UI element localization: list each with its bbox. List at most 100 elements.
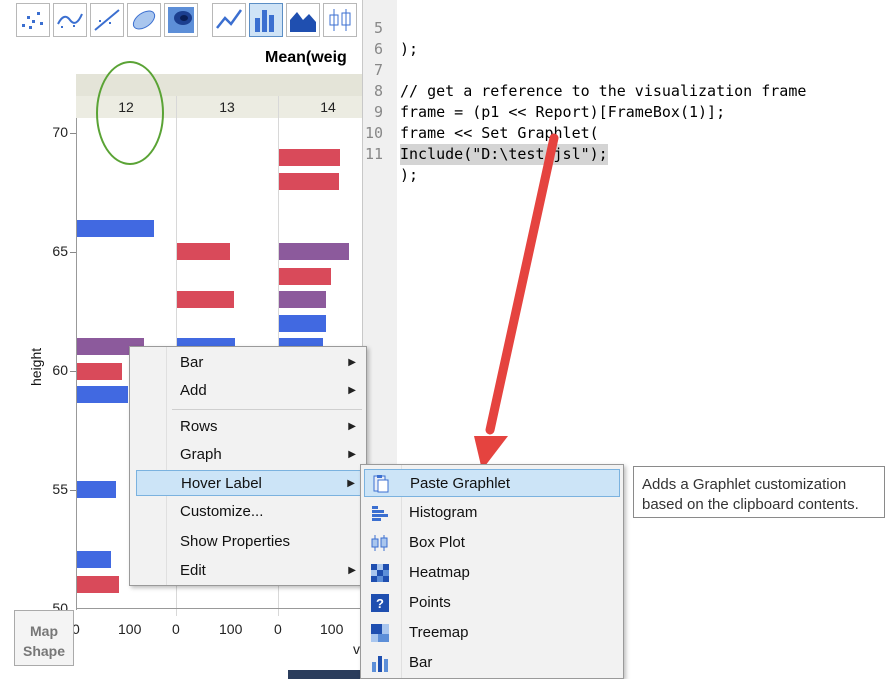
line-of-fit-icon: [94, 9, 120, 31]
points-icon: [22, 12, 43, 29]
tooltip-line-2: based on the clipboard contents.: [642, 496, 859, 513]
menu-item-rows[interactable]: Rows ▶: [136, 414, 366, 440]
menu-item-show-properties[interactable]: Show Properties: [136, 529, 366, 555]
bar[interactable]: [76, 220, 154, 237]
code-text: frame = (p1 << Report)[FrameBox(1)];: [400, 103, 726, 121]
contour-icon: [168, 7, 194, 33]
submenu-arrow-icon: ▶: [347, 478, 355, 489]
y-axis-line: [76, 118, 77, 610]
box-plot-button[interactable]: [323, 3, 357, 37]
box-plot-icon: [371, 535, 388, 551]
menu-item-graph[interactable]: Graph ▶: [136, 442, 366, 468]
menu-item-bar[interactable]: Bar ▶: [136, 350, 366, 376]
points-button[interactable]: [16, 3, 50, 37]
bar[interactable]: [76, 576, 119, 593]
x-tick-label: 100: [118, 621, 142, 637]
map-shape-label-line2: Shape: [22, 643, 65, 659]
context-menu: Bar ▶ Add ▶ Rows ▶ Graph ▶ Hover Label ▶…: [129, 346, 367, 586]
bar[interactable]: [279, 315, 326, 332]
red-arrow-annotation: [474, 133, 559, 470]
submenu-item-treemap[interactable]: Treemap: [364, 619, 620, 647]
svg-text:?: ?: [376, 596, 384, 611]
paste-graphlet-tooltip: Adds a Graphlet customization based on t…: [633, 466, 885, 518]
line-number: 11: [364, 145, 383, 163]
submenu-item-heatmap[interactable]: Heatmap: [364, 559, 620, 587]
x-axis-line: [76, 608, 362, 609]
submenu-item-paste-graphlet[interactable]: Paste Graphlet: [364, 469, 620, 497]
bar[interactable]: [177, 291, 234, 308]
x-axis-title[interactable]: v: [353, 641, 360, 657]
y-axis-title[interactable]: height: [28, 348, 44, 386]
code-line[interactable]: 6: [363, 18, 399, 58]
menu-item-add[interactable]: Add ▶: [136, 378, 366, 404]
graph-title: Mean(weig: [265, 49, 347, 66]
x-tick-label: 100: [320, 621, 344, 637]
ellipse-button[interactable]: [127, 3, 161, 37]
code-line[interactable]: 9 frame << Set Graphlet(: [363, 81, 599, 142]
bar-icon: [255, 10, 274, 32]
points-icon: ?: [371, 594, 389, 612]
x-tick-label: 100: [219, 621, 243, 637]
y-tick: [70, 133, 76, 134]
line-of-fit-button[interactable]: [90, 3, 124, 37]
line-button[interactable]: [212, 3, 246, 37]
submenu-arrow-icon: ▶: [348, 449, 356, 460]
bar[interactable]: [279, 268, 331, 285]
submenu-arrow-icon: ▶: [348, 421, 356, 432]
bar[interactable]: [76, 363, 122, 380]
box-plot-icon: [329, 9, 351, 31]
submenu-item-histogram[interactable]: Histogram: [364, 499, 620, 527]
bar[interactable]: [279, 243, 349, 260]
bar[interactable]: [279, 149, 340, 166]
column-label-13: 13: [219, 99, 235, 115]
submenu-arrow-icon: ▶: [348, 565, 356, 576]
menu-item-customize[interactable]: Customize...: [136, 499, 366, 525]
submenu-arrow-icon: ▶: [348, 385, 356, 396]
bar[interactable]: [76, 481, 116, 498]
column-label-14: 14: [320, 99, 336, 115]
map-shape-label-line1: Map: [30, 623, 58, 639]
bar[interactable]: [177, 243, 230, 260]
area-icon: [290, 12, 316, 32]
bar[interactable]: [76, 386, 128, 403]
ellipse-icon: [132, 10, 156, 30]
highlight-circle-annotation: [96, 61, 164, 165]
code-line-selected[interactable]: 10 Include("D:\test.jsl");: [363, 102, 608, 165]
y-tick-label: 70: [52, 124, 68, 140]
bar-button[interactable]: [249, 3, 283, 37]
bar[interactable]: [76, 551, 111, 568]
submenu-item-bar[interactable]: Bar: [364, 649, 620, 677]
y-tick: [70, 490, 76, 491]
code-text: );: [400, 40, 419, 58]
smoother-icon: [57, 13, 83, 28]
line-icon: [216, 9, 243, 29]
code-text: );: [400, 166, 419, 184]
bar-icon: [372, 656, 388, 672]
paste-graphlet-icon: [373, 475, 389, 493]
x-tick-label: 0: [172, 621, 180, 637]
submenu-item-points[interactable]: ? Points: [364, 589, 620, 617]
code-line[interactable]: 11 );: [363, 123, 418, 184]
contour-button[interactable]: [164, 3, 198, 37]
bar[interactable]: [279, 291, 326, 308]
heatmap-icon: [371, 564, 389, 582]
code-line[interactable]: 7 // get a reference to the visualizatio…: [363, 39, 806, 100]
y-tick-label: 55: [52, 481, 68, 497]
x-tick-label: 0: [274, 621, 282, 637]
menu-item-hover-label[interactable]: Hover Label ▶: [136, 470, 366, 496]
map-shape-drop-zone[interactable]: Map Shape: [14, 610, 74, 666]
tooltip-line-1: Adds a Graphlet customization: [642, 476, 847, 493]
y-tick-label: 65: [52, 243, 68, 259]
submenu-item-box-plot[interactable]: Box Plot: [364, 529, 620, 557]
y-tick: [70, 252, 76, 253]
bottom-scrollbar[interactable]: [288, 670, 362, 679]
treemap-icon: [371, 624, 389, 642]
y-axis-title-text: height: [28, 347, 44, 386]
code-line[interactable]: 8 frame = (p1 << Report)[FrameBox(1)];: [363, 60, 725, 121]
y-tick: [70, 371, 76, 372]
code-line[interactable]: 5 );: [363, 0, 418, 58]
bar[interactable]: [279, 173, 339, 190]
area-button[interactable]: [286, 3, 320, 37]
menu-item-edit[interactable]: Edit ▶: [136, 558, 366, 584]
smoother-button[interactable]: [53, 3, 87, 37]
